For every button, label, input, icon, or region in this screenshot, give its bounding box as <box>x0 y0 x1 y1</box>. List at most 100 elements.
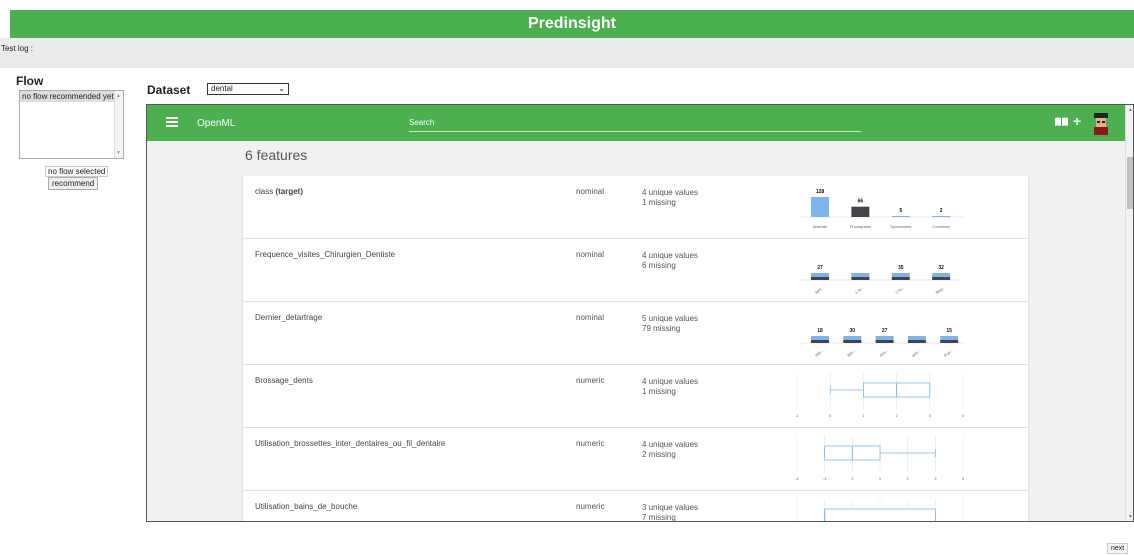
tick-label: 1 fo... <box>854 285 865 295</box>
dataset-select[interactable]: dental ⌄ <box>207 83 289 95</box>
next-button[interactable]: next <box>1107 543 1129 554</box>
feature-table: class (target) nominal 4 unique values 1 mi… <box>243 176 1028 522</box>
openml-frame: OpenML Search + ▲ ▼ 6 features class (ta… <box>146 104 1134 522</box>
feature-missing: 7 missing <box>642 513 676 522</box>
tick-label: Spontanees <box>890 224 911 229</box>
scroll-down-icon[interactable]: ▼ <box>116 150 121 156</box>
chart-bar <box>891 216 910 217</box>
feature-chart: -2 -1 0 1 2 3 4 <box>795 436 965 481</box>
flow-listbox[interactable]: no flow recommended yet ▲ ▼ <box>19 90 124 159</box>
chart-bar <box>811 340 829 343</box>
feature-missing: 2 missing <box>642 450 676 459</box>
tick-label: 0 <box>851 476 854 481</box>
feature-name: class (target) <box>255 187 304 196</box>
feature-row[interactable]: Utilisation_brossettes_inter_dentaires_o… <box>243 428 1028 491</box>
tick-label: 1 <box>879 476 882 481</box>
box <box>824 508 936 521</box>
tick-label: -1 <box>795 413 799 418</box>
scroll-up-icon[interactable]: ▲ <box>1128 107 1133 113</box>
tick-label: Bot... <box>846 348 856 358</box>
target-tag: (target) <box>275 187 304 196</box>
tick-label: 4 <box>962 476 965 481</box>
tick-label: 1 <box>862 413 865 418</box>
feature-chart: -1 0 1 2 3 4 <box>795 373 965 418</box>
tick-label: Pus... <box>943 348 954 358</box>
tick-label: 3 <box>929 413 932 418</box>
feature-chart: 27 Jam... 1 fo... 35 2 fo... 32 Reg... <box>801 265 963 295</box>
dataset-label: Dataset <box>147 83 191 97</box>
frame-scrollbar[interactable]: ▲ ▼ <box>1125 105 1133 521</box>
data-label: 5 <box>899 208 902 214</box>
feature-name: Utilisation_brossettes_inter_dentaires_o… <box>255 439 446 448</box>
book-icon[interactable] <box>1055 117 1068 126</box>
tick-label: mai... <box>814 348 825 358</box>
feature-row[interactable]: class (target) nominal 4 unique values 1 mi… <box>243 176 1028 239</box>
plus-icon[interactable]: + <box>1073 114 1081 128</box>
chart-bar <box>851 206 870 217</box>
feature-name: Dernier_detartrage <box>255 313 323 322</box>
tick-label: Correlees <box>932 224 949 229</box>
scroll-thumb[interactable] <box>1127 157 1133 209</box>
openml-title[interactable]: OpenML <box>197 118 235 129</box>
feature-missing: 1 missing <box>642 198 676 207</box>
data-label: 35 <box>898 265 904 271</box>
tick-label: 2 fo... <box>894 285 905 295</box>
openml-navbar: OpenML Search + <box>147 105 1125 141</box>
chart-bar <box>932 216 951 217</box>
feature-type: numeric <box>576 439 605 448</box>
search-input[interactable]: Search <box>409 116 861 132</box>
recommend-button[interactable]: recommend <box>48 177 99 190</box>
test-log-label: Test log : <box>1 44 34 53</box>
chart-bar <box>891 277 910 280</box>
tick-label: Jam... <box>813 284 825 295</box>
data-label: 27 <box>817 265 823 271</box>
avatar[interactable] <box>1091 111 1111 135</box>
scroll-up-icon[interactable]: ▲ <box>116 93 121 99</box>
flow-list-scrollbar[interactable]: ▲ ▼ <box>114 91 123 158</box>
menu-icon[interactable] <box>166 117 178 127</box>
feature-row[interactable]: Utilisation_bains_de_bouche numeric 3 uniq… <box>243 491 1028 522</box>
feature-chart: 18 mai... 30 Bot... 27 moi... ann... 15 Pus... <box>801 328 963 358</box>
feature-missing: 6 missing <box>642 261 676 270</box>
data-label: 66 <box>858 199 864 205</box>
flow-list-item[interactable]: no flow recommended yet <box>20 91 115 102</box>
app-header: Predinsight <box>10 10 1134 38</box>
chart-bar <box>891 273 910 277</box>
feature-row[interactable]: Dernier_detartrage nominal 5 unique values… <box>243 302 1028 365</box>
chart-bar <box>875 336 894 340</box>
scroll-down-icon[interactable]: ▼ <box>1128 514 1133 520</box>
chart-bar <box>940 340 959 343</box>
tick-label: -2 <box>795 476 799 481</box>
feature-row[interactable]: Frequence_visites_Chirurgien_Dentiste nom… <box>243 239 1028 302</box>
data-label: 18 <box>817 328 823 334</box>
tick-label: -1 <box>823 476 827 481</box>
tick-label: 0 <box>829 413 832 418</box>
feature-unique: 4 unique values <box>642 188 699 197</box>
feature-unique: 4 unique values <box>642 377 699 386</box>
chart-bar <box>875 340 894 343</box>
chart-bar <box>851 273 870 277</box>
chart-bar <box>940 336 959 340</box>
chart-bar <box>851 277 870 280</box>
test-log-bar: Test log : <box>0 38 1134 68</box>
tick-label: 2 <box>907 476 910 481</box>
feature-unique: 4 unique values <box>642 440 699 449</box>
chart-bar <box>811 336 829 340</box>
tick-label: ann... <box>910 348 921 358</box>
feature-unique: 5 unique values <box>642 314 699 323</box>
feature-unique: 4 unique values <box>642 251 699 260</box>
feature-type: nominal <box>576 313 605 322</box>
feature-unique: 3 unique values <box>642 503 699 512</box>
feature-chart <box>796 499 964 521</box>
tick-label: 2 <box>895 413 898 418</box>
chart-bar <box>811 197 829 217</box>
chart-bar <box>932 273 951 277</box>
data-label: 27 <box>882 328 888 334</box>
data-label: 32 <box>938 265 944 271</box>
chart-bar <box>907 340 926 343</box>
feature-name: Brossage_dents <box>255 376 313 385</box>
feature-name: Utilisation_bains_de_bouche <box>255 502 358 511</box>
tick-label: moi... <box>878 348 889 358</box>
feature-row[interactable]: Brossage_dents numeric 4 unique values 1 mi… <box>243 365 1028 428</box>
feature-type: numeric <box>576 376 605 385</box>
